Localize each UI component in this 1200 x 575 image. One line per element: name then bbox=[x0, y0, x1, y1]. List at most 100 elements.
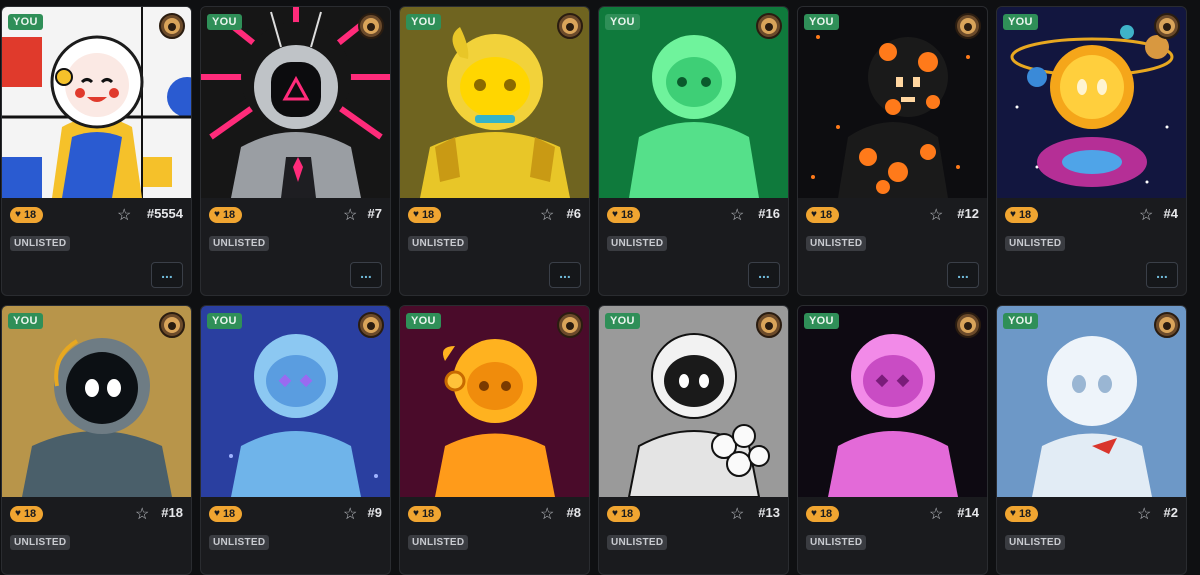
heart-icon: ♥ bbox=[1010, 508, 1016, 519]
more-options-button[interactable]: ... bbox=[748, 262, 780, 288]
status-badge: UNLISTED bbox=[10, 236, 71, 251]
likes-badge[interactable]: ♥ 18 bbox=[10, 506, 44, 522]
star-icon[interactable]: ☆ bbox=[730, 205, 744, 225]
nft-card[interactable]: YOU ♥ 18 ☆ #2 UNLISTED bbox=[996, 305, 1187, 575]
owner-you-badge: YOU bbox=[8, 313, 43, 329]
heart-icon: ♥ bbox=[1010, 209, 1016, 220]
heart-icon: ♥ bbox=[214, 508, 220, 519]
owner-avatar[interactable] bbox=[358, 13, 384, 39]
owner-you-badge: YOU bbox=[804, 14, 839, 30]
more-options-button[interactable]: ... bbox=[350, 262, 382, 288]
likes-badge[interactable]: ♥ 18 bbox=[209, 506, 243, 522]
owner-you-badge: YOU bbox=[207, 313, 242, 329]
nft-card[interactable]: YOU ♥ 18 ☆ #9 UNLISTED bbox=[200, 305, 391, 575]
owner-you-badge: YOU bbox=[406, 313, 441, 329]
likes-badge[interactable]: ♥ 18 bbox=[607, 506, 641, 522]
heart-icon: ♥ bbox=[413, 209, 419, 220]
heart-icon: ♥ bbox=[15, 209, 21, 220]
nft-card[interactable]: YOU ♥ 18 ☆ #6 UNLISTED ... bbox=[399, 6, 590, 296]
star-icon[interactable]: ☆ bbox=[929, 205, 943, 225]
token-number: #12 bbox=[957, 206, 979, 221]
status-badge: UNLISTED bbox=[607, 535, 668, 550]
token-number: #13 bbox=[758, 505, 780, 520]
heart-icon: ♥ bbox=[15, 508, 21, 519]
star-icon[interactable]: ☆ bbox=[117, 205, 131, 225]
heart-icon: ♥ bbox=[214, 209, 220, 220]
token-number: #6 bbox=[566, 206, 581, 221]
token-number: #4 bbox=[1163, 206, 1178, 221]
token-number: #18 bbox=[161, 505, 183, 520]
nft-card[interactable]: YOU ♥ 18 ☆ #7 UNLISTED ... bbox=[200, 6, 391, 296]
star-icon[interactable]: ☆ bbox=[1137, 504, 1151, 524]
nft-card[interactable]: YOU ♥ 18 ☆ #5554 UNLISTED ... bbox=[1, 6, 192, 296]
owner-you-badge: YOU bbox=[804, 313, 839, 329]
likes-badge[interactable]: ♥ 18 bbox=[806, 506, 840, 522]
likes-count: 18 bbox=[421, 508, 435, 520]
more-options-button[interactable]: ... bbox=[549, 262, 581, 288]
token-number: #5554 bbox=[146, 206, 183, 221]
owner-avatar[interactable] bbox=[1154, 312, 1180, 338]
status-badge: UNLISTED bbox=[408, 236, 469, 251]
status-badge: UNLISTED bbox=[607, 236, 668, 251]
status-badge: UNLISTED bbox=[209, 535, 270, 550]
likes-count: 18 bbox=[1018, 508, 1032, 520]
owner-avatar[interactable] bbox=[557, 13, 583, 39]
owner-avatar[interactable] bbox=[756, 312, 782, 338]
likes-badge[interactable]: ♥ 18 bbox=[209, 207, 243, 223]
owner-avatar[interactable] bbox=[358, 312, 384, 338]
owner-avatar[interactable] bbox=[557, 312, 583, 338]
nft-card[interactable]: YOU ♥ 18 ☆ #8 UNLISTED bbox=[399, 305, 590, 575]
owner-you-badge: YOU bbox=[605, 14, 640, 30]
star-icon[interactable]: ☆ bbox=[135, 504, 149, 524]
owner-you-badge: YOU bbox=[8, 14, 43, 30]
nft-card[interactable]: YOU ♥ 18 ☆ #4 UNLISTED ... bbox=[996, 6, 1187, 296]
owner-you-badge: YOU bbox=[605, 313, 640, 329]
more-options-button[interactable]: ... bbox=[151, 262, 183, 288]
owner-you-badge: YOU bbox=[207, 14, 242, 30]
more-options-button[interactable]: ... bbox=[1146, 262, 1178, 288]
owner-you-badge: YOU bbox=[406, 14, 441, 30]
owner-avatar[interactable] bbox=[955, 312, 981, 338]
owner-avatar[interactable] bbox=[955, 13, 981, 39]
nft-card[interactable]: YOU ♥ 18 ☆ #16 UNLISTED ... bbox=[598, 6, 789, 296]
token-number: #8 bbox=[566, 505, 581, 520]
star-icon[interactable]: ☆ bbox=[929, 504, 943, 524]
status-badge: UNLISTED bbox=[1005, 535, 1066, 550]
owner-you-badge: YOU bbox=[1003, 313, 1038, 329]
nft-card[interactable]: YOU ♥ 18 ☆ #12 UNLISTED ... bbox=[797, 6, 988, 296]
heart-icon: ♥ bbox=[811, 508, 817, 519]
star-icon[interactable]: ☆ bbox=[730, 504, 744, 524]
likes-count: 18 bbox=[620, 508, 634, 520]
likes-badge[interactable]: ♥ 18 bbox=[607, 207, 641, 223]
likes-badge[interactable]: ♥ 18 bbox=[408, 207, 442, 223]
likes-badge[interactable]: ♥ 18 bbox=[408, 506, 442, 522]
more-options-button[interactable]: ... bbox=[947, 262, 979, 288]
likes-badge[interactable]: ♥ 18 bbox=[1005, 207, 1039, 223]
nft-grid: YOU ♥ 18 ☆ #5554 UNLISTED ... YOU ♥ 18 ☆… bbox=[0, 6, 1200, 575]
likes-count: 18 bbox=[421, 209, 435, 221]
nft-card[interactable]: YOU ♥ 18 ☆ #18 UNLISTED bbox=[1, 305, 192, 575]
owner-avatar[interactable] bbox=[159, 13, 185, 39]
likes-badge[interactable]: ♥ 18 bbox=[1005, 506, 1039, 522]
likes-badge[interactable]: ♥ 18 bbox=[10, 207, 44, 223]
star-icon[interactable]: ☆ bbox=[1139, 205, 1153, 225]
star-icon[interactable]: ☆ bbox=[540, 504, 554, 524]
owner-avatar[interactable] bbox=[756, 13, 782, 39]
status-badge: UNLISTED bbox=[806, 535, 867, 550]
star-icon[interactable]: ☆ bbox=[343, 504, 357, 524]
likes-badge[interactable]: ♥ 18 bbox=[806, 207, 840, 223]
owner-avatar[interactable] bbox=[159, 312, 185, 338]
star-icon[interactable]: ☆ bbox=[343, 205, 357, 225]
owner-you-badge: YOU bbox=[1003, 14, 1038, 30]
status-badge: UNLISTED bbox=[10, 535, 71, 550]
status-badge: UNLISTED bbox=[408, 535, 469, 550]
nft-card[interactable]: YOU ♥ 18 ☆ #14 UNLISTED bbox=[797, 305, 988, 575]
star-icon[interactable]: ☆ bbox=[540, 205, 554, 225]
owner-avatar[interactable] bbox=[1154, 13, 1180, 39]
token-number: #7 bbox=[367, 206, 382, 221]
likes-count: 18 bbox=[1018, 209, 1032, 221]
status-badge: UNLISTED bbox=[806, 236, 867, 251]
nft-card[interactable]: YOU ♥ 18 ☆ #13 UNLISTED bbox=[598, 305, 789, 575]
heart-icon: ♥ bbox=[612, 508, 618, 519]
token-number: #9 bbox=[367, 505, 382, 520]
